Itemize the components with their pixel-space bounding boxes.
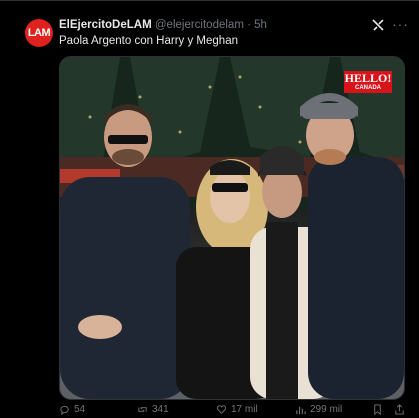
timestamp[interactable]: 5h: [254, 19, 267, 31]
reply-button[interactable]: 54: [59, 404, 85, 415]
separator: ·: [247, 19, 251, 31]
like-count: 17 mil: [231, 404, 258, 415]
repost-icon: [138, 407, 147, 412]
tweet-text: Paola Argento con Harry y Meghan: [59, 35, 238, 47]
view-count: 299 mil: [310, 404, 343, 415]
avatar-logo-text: LAM: [27, 27, 51, 39]
bookmark-icon: [374, 404, 381, 415]
repost-count: 341: [152, 404, 169, 415]
like-button[interactable]: 17 mil: [216, 404, 258, 415]
tweet-actions: 54 341 17 mil 299 mil: [59, 404, 409, 418]
reply-count: 54: [74, 404, 86, 415]
watermark-text: HELLO!: [344, 71, 392, 85]
tweet-photo[interactable]: HELLO! CANADA: [59, 56, 405, 400]
grok-icon[interactable]: [371, 18, 385, 32]
display-name[interactable]: ElEjercitoDeLAM: [59, 19, 152, 31]
photo-illustration: [60, 57, 404, 399]
divider: [0, 0, 419, 1]
bookmark-button[interactable]: [372, 404, 383, 415]
share-icon: [395, 404, 404, 415]
watermark-subtext: CANADA: [355, 85, 381, 91]
avatar[interactable]: LAM: [25, 19, 53, 47]
repost-button[interactable]: 341: [137, 404, 169, 415]
watermark-logo: HELLO! CANADA: [344, 71, 392, 93]
more-options-icon[interactable]: ···: [392, 16, 409, 32]
analytics-icon: [296, 406, 306, 415]
tweet-header: ElEjercitoDeLAM @elejercitodelam · 5h: [59, 19, 267, 31]
views-button[interactable]: 299 mil: [295, 404, 342, 415]
reply-icon: [60, 405, 69, 415]
handle[interactable]: @elejercitodelam: [155, 19, 244, 31]
share-button[interactable]: [394, 404, 405, 415]
heart-icon: [216, 405, 227, 414]
